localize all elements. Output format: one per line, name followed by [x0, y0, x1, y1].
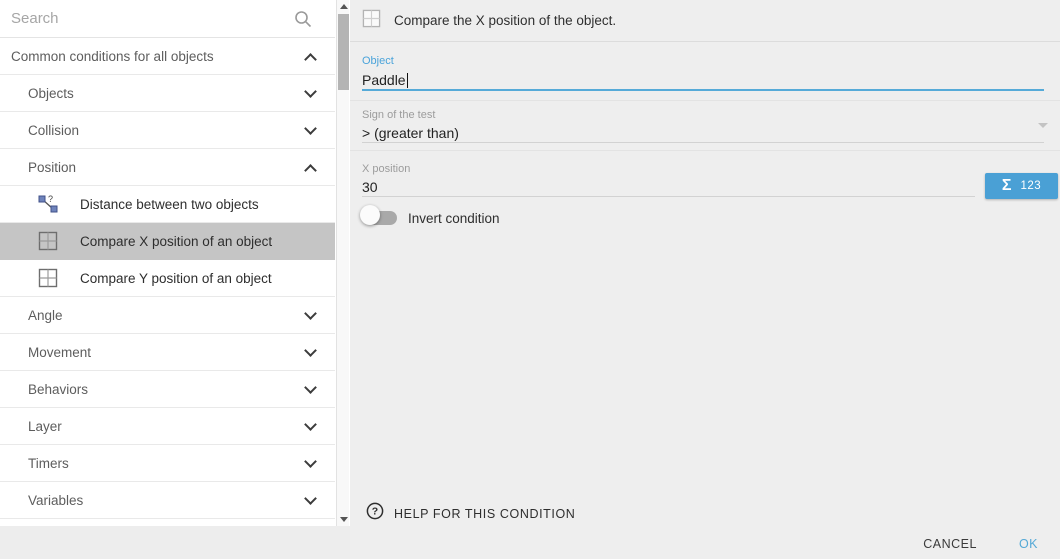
x-position-input[interactable]: 30 — [362, 179, 378, 195]
object-input[interactable]: Paddle — [362, 72, 408, 88]
sign-select-underline — [362, 142, 1044, 143]
divider — [350, 150, 1060, 151]
chevron-down-icon — [304, 307, 317, 320]
condition-editor-dialog: Common conditions for all objects Object… — [0, 0, 1060, 559]
sign-field-label: Sign of the test — [362, 109, 435, 121]
sidebar-item-behaviors[interactable]: Behaviors — [0, 371, 335, 408]
dialog-footer: CANCEL OK — [923, 537, 1038, 551]
sidebar-item-compare-x-position[interactable]: Compare X position of an object — [0, 223, 335, 260]
compare-position-icon — [362, 9, 381, 33]
ok-button[interactable]: OK — [1019, 537, 1038, 551]
search-input[interactable] — [11, 10, 335, 27]
svg-text:?: ? — [372, 506, 378, 518]
chevron-down-icon — [304, 492, 317, 505]
divider — [350, 100, 1060, 101]
toggle-thumb — [360, 205, 380, 225]
sign-select[interactable]: > (greater than) — [362, 125, 459, 141]
sidebar-item-label: Collision — [28, 123, 79, 138]
invert-condition-label: Invert condition — [408, 211, 500, 226]
cancel-button[interactable]: CANCEL — [923, 537, 977, 551]
chevron-down-icon — [304, 455, 317, 468]
object-input-underline — [362, 89, 1044, 91]
chevron-down-icon — [304, 344, 317, 357]
scroll-up-icon[interactable] — [340, 4, 348, 9]
expression-builder-button[interactable]: Σ 123 — [985, 173, 1058, 199]
sidebar-item-label: Movement — [28, 345, 91, 360]
sidebar-item-label: Compare Y position of an object — [80, 271, 272, 286]
chevron-down-icon — [304, 381, 317, 394]
sidebar-item-angle[interactable]: Angle — [0, 297, 335, 334]
sidebar-item-label: Objects — [28, 86, 74, 101]
help-label: HELP FOR THIS CONDITION — [394, 507, 575, 521]
sigma-icon: Σ — [1002, 178, 1012, 194]
sidebar-item-compare-y-position[interactable]: Compare Y position of an object — [0, 260, 335, 297]
sidebar-item-position[interactable]: Position — [0, 149, 335, 186]
object-field-label: Object — [362, 55, 394, 67]
sidebar-item-layer[interactable]: Layer — [0, 408, 335, 445]
sidebar-item-movement[interactable]: Movement — [0, 334, 335, 371]
sidebar-item-label: Angle — [28, 308, 63, 323]
chevron-down-icon — [304, 122, 317, 135]
toggle-switch[interactable] — [360, 208, 397, 228]
sidebar-item-common-conditions[interactable]: Common conditions for all objects — [0, 38, 335, 75]
chevron-up-icon — [304, 164, 317, 177]
sidebar-item-label: Compare X position of an object — [80, 234, 272, 249]
sidebar-item-label: Common conditions for all objects — [11, 49, 214, 64]
svg-text:?: ? — [48, 194, 53, 204]
condition-parameters-panel: Compare the X position of the object. Ob… — [350, 0, 1060, 559]
condition-header: Compare the X position of the object. — [362, 0, 616, 41]
conditions-sidebar: Common conditions for all objects Object… — [0, 0, 350, 526]
chevron-up-icon — [304, 53, 317, 66]
sidebar-scrollbar[interactable] — [336, 0, 349, 526]
sidebar-item-objects[interactable]: Objects — [0, 75, 335, 112]
invert-condition-toggle-row[interactable]: Invert condition — [360, 208, 500, 228]
sidebar-item-label: Position — [28, 160, 76, 175]
x-position-input-underline — [362, 196, 975, 197]
search-icon — [293, 9, 313, 34]
scroll-down-icon[interactable] — [340, 517, 348, 522]
sidebar-item-label: Layer — [28, 419, 62, 434]
compare-position-icon — [38, 231, 58, 251]
expression-button-digits: 123 — [1020, 180, 1041, 192]
sidebar-item-label: Behaviors — [28, 382, 88, 397]
divider — [350, 41, 1060, 42]
condition-title: Compare the X position of the object. — [394, 13, 616, 28]
sidebar-item-collision[interactable]: Collision — [0, 112, 335, 149]
scrollbar-thumb[interactable] — [338, 14, 349, 90]
text-caret — [407, 73, 408, 88]
dropdown-arrow-icon[interactable] — [1038, 123, 1048, 128]
x-position-field-label: X position — [362, 163, 410, 175]
sidebar-item-label: Timers — [28, 456, 69, 471]
compare-position-icon — [38, 268, 58, 288]
sidebar-item-distance-between-objects[interactable]: ? Distance between two objects — [0, 186, 335, 223]
distance-icon: ? — [38, 194, 58, 214]
search-row — [0, 0, 335, 38]
sidebar-item-label: Variables — [28, 493, 83, 508]
sidebar-item-label: Distance between two objects — [80, 197, 259, 212]
chevron-down-icon — [304, 418, 317, 431]
help-icon: ? — [366, 502, 384, 525]
sidebar-item-variables[interactable]: Variables — [0, 482, 335, 519]
sidebar-item-timers[interactable]: Timers — [0, 445, 335, 482]
help-link[interactable]: ? HELP FOR THIS CONDITION — [366, 502, 575, 525]
chevron-down-icon — [304, 85, 317, 98]
